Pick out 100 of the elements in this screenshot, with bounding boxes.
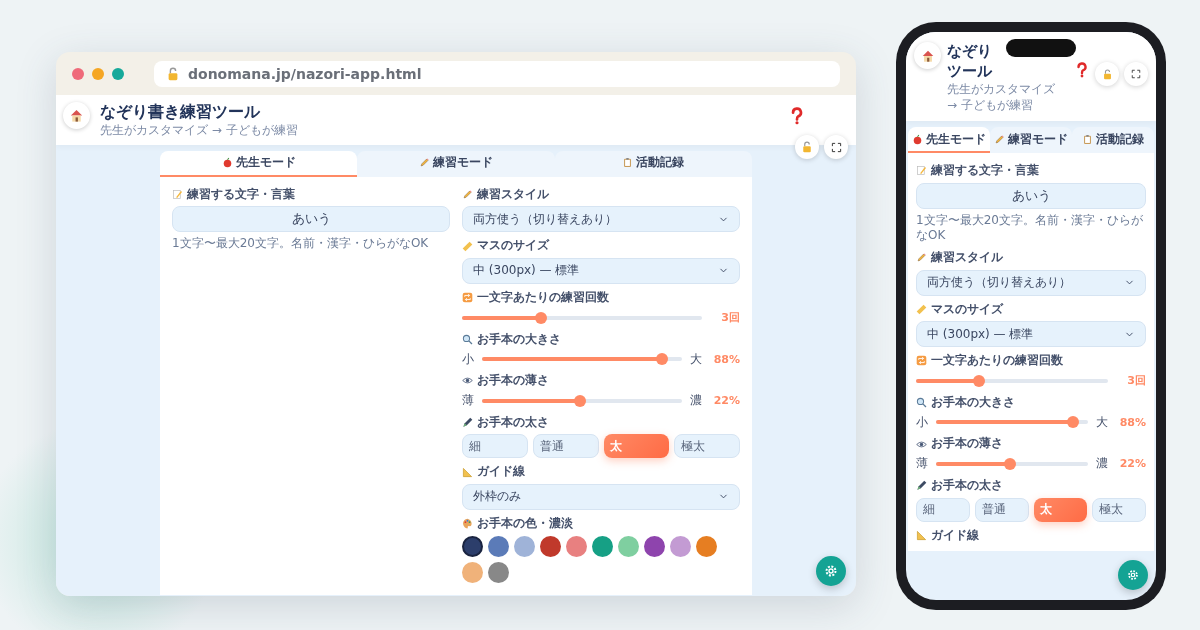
field-label: お手本の太さ bbox=[931, 477, 1003, 494]
camera-notch bbox=[1006, 39, 1076, 57]
clipboard-icon bbox=[622, 157, 634, 169]
field-label: お手本の薄さ bbox=[931, 436, 1003, 452]
memo-icon bbox=[172, 189, 183, 201]
ruler-icon bbox=[916, 303, 927, 315]
pencil-icon bbox=[462, 189, 473, 201]
color-swatch[interactable] bbox=[618, 535, 639, 557]
slider-thumb[interactable] bbox=[973, 374, 986, 387]
app-title: なぞり bbox=[947, 42, 992, 60]
slider-value: 22% bbox=[712, 394, 740, 408]
text-input-field[interactable]: あいう bbox=[916, 182, 1146, 209]
text-input-field[interactable]: あいう bbox=[172, 206, 450, 233]
lock-button[interactable] bbox=[795, 135, 819, 159]
magnifier-icon bbox=[462, 333, 473, 345]
question-icon bbox=[1074, 62, 1090, 78]
field-label: お手本の大きさ bbox=[477, 331, 561, 348]
slider-thumb[interactable] bbox=[574, 394, 586, 407]
color-swatch[interactable] bbox=[670, 535, 691, 557]
field-label: マスのサイズ bbox=[477, 238, 549, 254]
gear-icon bbox=[823, 563, 839, 579]
select-field[interactable]: 外枠のみ bbox=[462, 483, 740, 510]
slider-thumb[interactable] bbox=[535, 311, 548, 324]
clipboard-icon bbox=[1082, 133, 1093, 145]
thickness-option[interactable]: 細 bbox=[916, 497, 970, 522]
address-bar[interactable]: donomana.jp/nazori-app.html bbox=[154, 60, 840, 87]
slider-thumb[interactable] bbox=[1066, 416, 1079, 429]
slider-min-label: 小 bbox=[462, 350, 474, 368]
thickness-option[interactable]: 極太 bbox=[1092, 497, 1146, 522]
gear-icon bbox=[1126, 568, 1140, 582]
color-swatch[interactable] bbox=[540, 535, 561, 557]
slider-max-label: 濃 bbox=[1096, 455, 1108, 473]
slider-max-label: 大 bbox=[1096, 413, 1108, 431]
thickness-option[interactable]: 極太 bbox=[674, 434, 740, 459]
app-title: ツール bbox=[947, 62, 992, 80]
window-minimize-dot[interactable] bbox=[92, 67, 104, 80]
pencil-icon bbox=[916, 252, 927, 264]
settings-button[interactable] bbox=[1118, 560, 1148, 590]
mode-tab[interactable]: 練習モード bbox=[990, 127, 1072, 154]
home-button[interactable] bbox=[914, 42, 941, 69]
select-field[interactable]: 両方使う（切り替えあり） bbox=[916, 269, 1146, 296]
thickness-option[interactable]: 普通 bbox=[974, 497, 1029, 522]
slider-thumb[interactable] bbox=[1004, 457, 1017, 470]
lock-icon bbox=[1101, 68, 1113, 80]
field-label: お手本の色・濃淡 bbox=[477, 515, 573, 532]
color-swatch[interactable] bbox=[462, 561, 483, 583]
app-subtitle: 先生がカスタマイズ → 子どもが練習 bbox=[100, 123, 298, 139]
field-label: 練習スタイル bbox=[477, 186, 549, 203]
slider-value: 3回 bbox=[720, 310, 740, 326]
color-swatch[interactable] bbox=[514, 535, 535, 557]
select-field[interactable]: 中 (300px) — 標準 bbox=[916, 321, 1146, 348]
thickness-option[interactable]: 細 bbox=[462, 434, 528, 459]
select-field[interactable]: 中 (300px) — 標準 bbox=[462, 257, 740, 284]
slider-max-label: 濃 bbox=[690, 392, 702, 410]
color-swatch[interactable] bbox=[566, 535, 587, 557]
thickness-option[interactable]: 普通 bbox=[532, 434, 599, 459]
field-label: お手本の太さ bbox=[477, 414, 549, 431]
color-swatch[interactable] bbox=[488, 561, 509, 583]
lock-button[interactable] bbox=[1095, 62, 1119, 86]
color-swatch[interactable] bbox=[644, 535, 665, 557]
field-label: 練習スタイル bbox=[931, 249, 1003, 266]
app-subtitle: 先生がカスタマイズ → 子どもが練習 bbox=[947, 82, 1056, 114]
pen-icon bbox=[916, 480, 927, 492]
window-close-dot[interactable] bbox=[72, 67, 84, 80]
window-maximize-dot[interactable] bbox=[112, 67, 124, 80]
lock-icon bbox=[801, 141, 813, 153]
mode-tab[interactable]: 活動記録 bbox=[1072, 127, 1154, 154]
pen-icon bbox=[462, 417, 473, 429]
field-label: マスのサイズ bbox=[931, 301, 1003, 318]
slider-min-label: 薄 bbox=[916, 455, 928, 473]
app-title: なぞり書き練習ツール bbox=[100, 102, 260, 122]
mode-tab[interactable]: 先生モード bbox=[908, 127, 990, 154]
pencil-icon bbox=[994, 133, 1005, 145]
mode-tab[interactable]: 練習モード bbox=[357, 150, 555, 177]
lock-icon bbox=[166, 66, 180, 81]
fullscreen-button[interactable] bbox=[1124, 62, 1148, 86]
magnifier-icon bbox=[916, 397, 927, 409]
color-swatch[interactable] bbox=[592, 535, 613, 557]
repeat-icon bbox=[916, 355, 927, 367]
fullscreen-button[interactable] bbox=[824, 135, 848, 159]
select-field[interactable]: 両方使う（切り替えあり） bbox=[462, 206, 740, 233]
field-label: ガイド線 bbox=[931, 527, 979, 544]
color-swatch[interactable] bbox=[462, 535, 483, 557]
help-button[interactable] bbox=[1074, 62, 1090, 78]
hint-text: 1文字〜最大20文字。名前・漢字・ひらがなOK bbox=[172, 236, 430, 252]
color-swatch[interactable] bbox=[696, 535, 717, 557]
fullscreen-icon bbox=[830, 141, 842, 153]
fullscreen-icon bbox=[1131, 69, 1141, 79]
mode-tab[interactable]: 活動記録 bbox=[554, 150, 752, 177]
url-text: donomana.jp/nazori-app.html bbox=[188, 65, 422, 82]
palette-icon bbox=[462, 518, 473, 530]
home-button[interactable] bbox=[63, 102, 90, 129]
field-label: ガイド線 bbox=[477, 464, 525, 480]
apple-icon bbox=[912, 133, 923, 145]
slider-thumb[interactable] bbox=[656, 353, 668, 366]
settings-button[interactable] bbox=[816, 556, 846, 586]
mode-tab[interactable]: 先生モード bbox=[160, 150, 358, 177]
color-swatch[interactable] bbox=[488, 535, 509, 557]
field-label: お手本の薄さ bbox=[477, 373, 549, 389]
slider-max-label: 大 bbox=[690, 350, 702, 368]
